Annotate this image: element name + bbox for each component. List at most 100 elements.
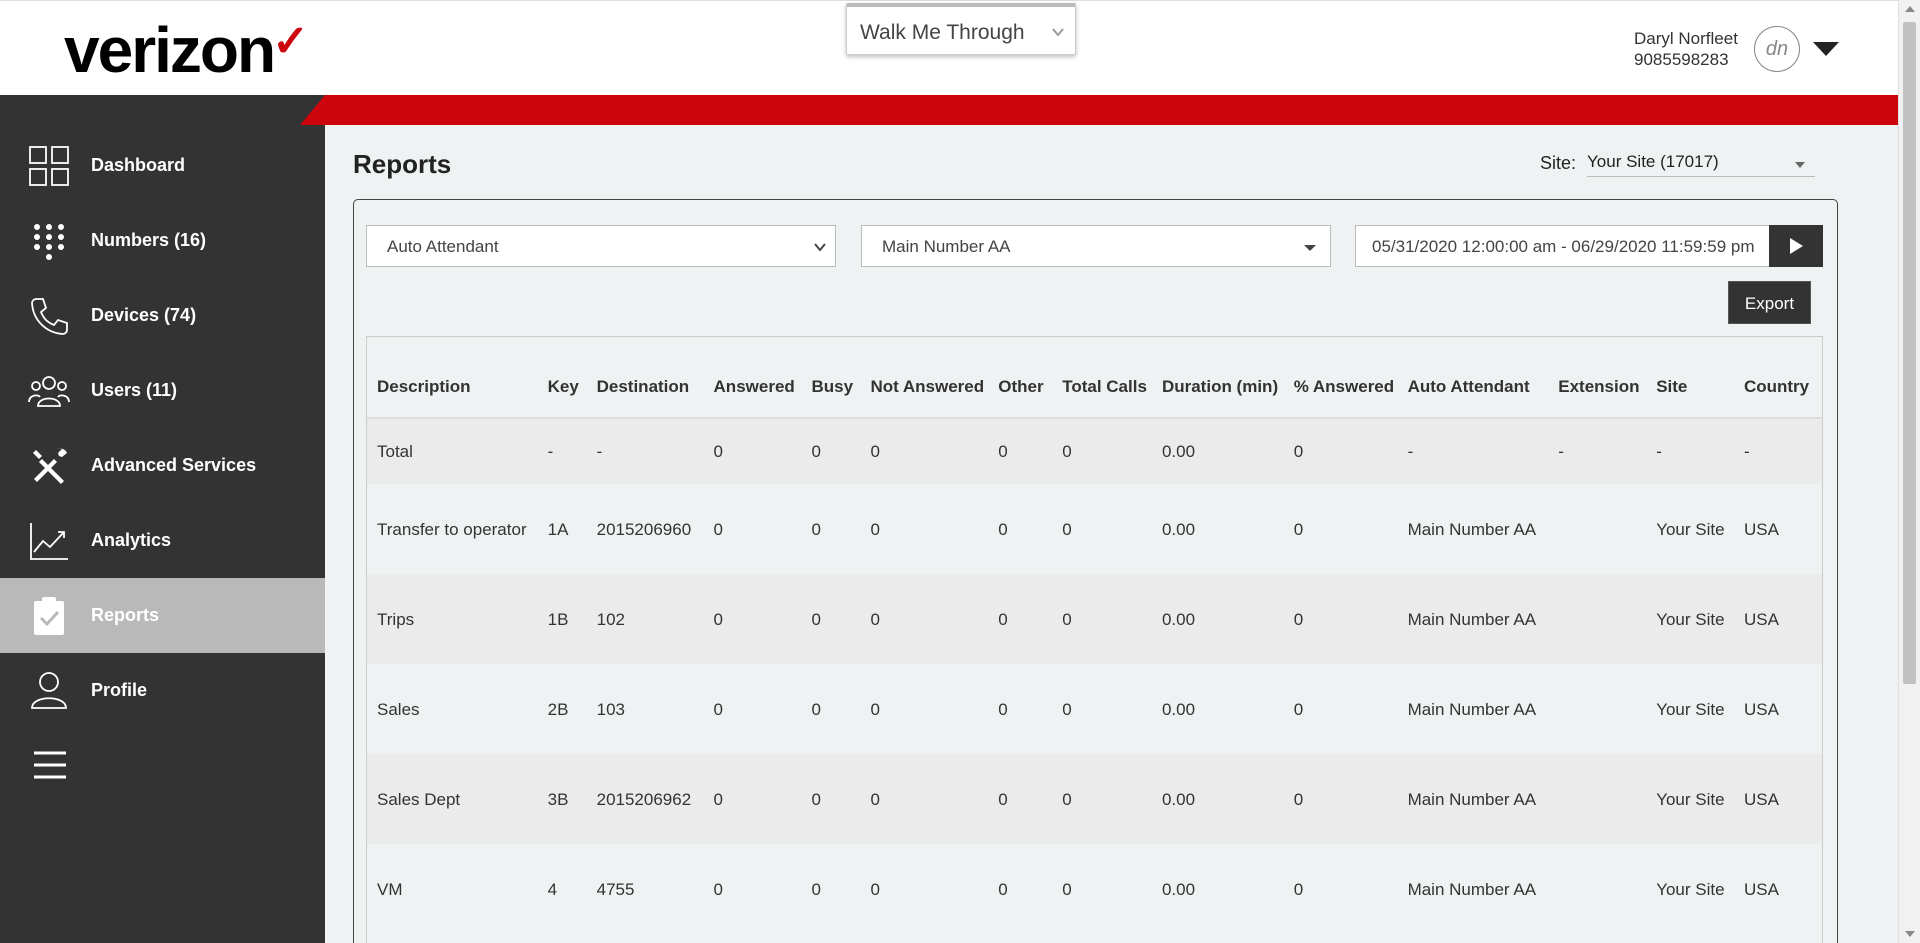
table-cell: 2B bbox=[537, 664, 587, 754]
table-cell: 102 bbox=[586, 574, 704, 664]
brand-red-band bbox=[300, 95, 1898, 125]
hamburger-menu-icon[interactable] bbox=[32, 747, 68, 783]
table-cell: Main Number AA bbox=[1397, 574, 1549, 664]
sidebar-item-label: Advanced Services bbox=[91, 455, 257, 475]
column-header[interactable]: Description bbox=[367, 337, 538, 419]
table-cell bbox=[1548, 754, 1647, 844]
column-header[interactable]: Country bbox=[1733, 337, 1822, 419]
table-row: Transfer to operator 1A 2015206960 0 0 0 0 0 0.0… bbox=[367, 484, 1822, 574]
table-cell: 0.00 bbox=[1151, 664, 1284, 754]
table-cell: 0 bbox=[1283, 754, 1398, 844]
sidebar-item-reports[interactable]: Reports bbox=[0, 578, 325, 653]
table-total-row: Total - -0 0 0 0 0 0.00 0- - - - bbox=[367, 418, 1822, 484]
column-header[interactable]: Busy bbox=[801, 337, 861, 419]
dashboard-grid-icon bbox=[29, 145, 69, 186]
sidebar-item-profile[interactable]: Profile bbox=[0, 653, 325, 728]
avatar[interactable]: dn bbox=[1754, 26, 1800, 72]
table-cell: USA bbox=[1733, 664, 1822, 754]
user-menu-caret-icon[interactable] bbox=[1813, 42, 1839, 56]
user-info: Daryl Norfleet 9085598283 bbox=[1634, 28, 1738, 70]
table-cell: 0.00 bbox=[1151, 574, 1284, 664]
verizon-logo[interactable]: verizon✓ bbox=[64, 15, 309, 93]
play-icon bbox=[1790, 238, 1803, 254]
column-header[interactable]: Other bbox=[988, 337, 1053, 419]
walk-me-through-button[interactable]: Walk Me Through bbox=[846, 3, 1076, 55]
date-range-input[interactable]: 05/31/2020 12:00:00 am - 06/29/2020 11:5… bbox=[1355, 225, 1770, 267]
table-cell: - bbox=[1548, 418, 1647, 484]
report-table: Description Key Destination Answered Busy Not… bbox=[366, 336, 1823, 943]
table-cell: 0 bbox=[801, 844, 861, 934]
table-cell: Your Site bbox=[1646, 664, 1734, 754]
table-cell: 0 bbox=[1052, 844, 1152, 934]
table-cell: Main Number AA bbox=[1397, 754, 1549, 844]
run-report-button[interactable] bbox=[1769, 225, 1823, 267]
table-cell: 0 bbox=[988, 484, 1053, 574]
sidebar-item-label: Dashboard bbox=[91, 155, 186, 175]
table-cell: 0 bbox=[860, 574, 989, 664]
sidebar-item-label: Analytics bbox=[91, 530, 172, 550]
walkme-label: Walk Me Through bbox=[860, 21, 1025, 44]
table-cell: 0 bbox=[801, 484, 861, 574]
table-cell: Main Number AA bbox=[1397, 844, 1549, 934]
table-cell: 0.00 bbox=[1151, 418, 1284, 484]
table-cell: 0 bbox=[1052, 664, 1152, 754]
table-cell: - bbox=[1733, 418, 1822, 484]
table-cell: 0 bbox=[1052, 418, 1152, 484]
table-cell: 0 bbox=[860, 418, 989, 484]
column-header[interactable]: Auto Attendant bbox=[1397, 337, 1549, 419]
sidebar-item-users[interactable]: Users (11) bbox=[0, 353, 325, 428]
table-cell: 0 bbox=[1052, 484, 1152, 574]
column-header[interactable]: % Answered bbox=[1283, 337, 1398, 419]
table-row: VM 4 4755 0 0 0 0 0 0.00 0 Main Number AA Your Site… bbox=[367, 844, 1822, 934]
table-cell: USA bbox=[1733, 574, 1822, 664]
sidebar-item-label: Profile bbox=[91, 680, 148, 700]
table-cell: 0 bbox=[988, 574, 1053, 664]
main-content: Reports Site: Your Site (17017) Auto Att… bbox=[325, 125, 1898, 943]
chevron-down-icon bbox=[1052, 28, 1064, 37]
column-header[interactable]: Destination bbox=[586, 337, 704, 419]
scroll-up-arrow-icon[interactable] bbox=[1905, 6, 1915, 12]
table-cell: 0 bbox=[1283, 574, 1398, 664]
profile-icon bbox=[31, 671, 67, 709]
page-scrollbar[interactable] bbox=[1898, 0, 1920, 943]
sidebar-item-numbers[interactable]: Numbers (16) bbox=[0, 203, 325, 278]
column-header[interactable]: Key bbox=[537, 337, 587, 419]
sidebar-item-label: Reports bbox=[91, 605, 160, 625]
site-select[interactable]: Your Site (17017) bbox=[1587, 149, 1815, 177]
table-cell: 0 bbox=[703, 664, 802, 754]
app-header: verizon✓ Walk Me Through Daryl Norfleet … bbox=[0, 0, 1898, 95]
table-cell: Main Number AA bbox=[1397, 664, 1549, 754]
column-header[interactable]: Answered bbox=[703, 337, 802, 419]
sidebar-item-label: Users (11) bbox=[91, 380, 178, 400]
report-target-select[interactable]: Main Number AA bbox=[861, 225, 1331, 267]
table-cell bbox=[1548, 844, 1647, 934]
table-cell: - bbox=[537, 418, 587, 484]
table-cell: - bbox=[1646, 418, 1734, 484]
table-cell: 0 bbox=[860, 754, 989, 844]
column-header[interactable]: Duration (min) bbox=[1151, 337, 1284, 419]
scroll-thumb[interactable] bbox=[1903, 22, 1916, 684]
table-cell: 0 bbox=[801, 574, 861, 664]
sidebar-item-devices[interactable]: Devices (74) bbox=[0, 278, 325, 353]
table-row: Sales 2B 103 0 0 0 0 0 0.00 0 Main Number AA Your S… bbox=[367, 664, 1822, 754]
column-header[interactable]: Site bbox=[1646, 337, 1734, 419]
table-cell: 0 bbox=[860, 484, 989, 574]
table-cell: USA bbox=[1733, 484, 1822, 574]
sidebar-item-analytics[interactable]: Analytics bbox=[0, 503, 325, 578]
analytics-icon bbox=[30, 522, 68, 560]
table-cell bbox=[1548, 484, 1647, 574]
table-cell: - bbox=[586, 418, 704, 484]
sidebar-item-advanced-services[interactable]: Advanced Services bbox=[0, 428, 325, 503]
table-cell: Trips bbox=[367, 574, 538, 664]
scroll-down-arrow-icon[interactable] bbox=[1905, 931, 1915, 937]
export-button[interactable]: Export bbox=[1728, 281, 1811, 324]
sidebar-item-dashboard[interactable]: Dashboard bbox=[0, 128, 325, 203]
report-type-value: Auto Attendant bbox=[387, 237, 499, 256]
table-cell: 0 bbox=[801, 418, 861, 484]
report-type-select[interactable]: Auto Attendant bbox=[366, 225, 836, 267]
column-header[interactable]: Not Answered bbox=[860, 337, 989, 419]
table-cell: Sales Dept bbox=[367, 754, 538, 844]
column-header[interactable]: Total Calls bbox=[1052, 337, 1152, 419]
column-header[interactable]: Extension bbox=[1548, 337, 1647, 419]
table-cell: 0 bbox=[1283, 844, 1398, 934]
